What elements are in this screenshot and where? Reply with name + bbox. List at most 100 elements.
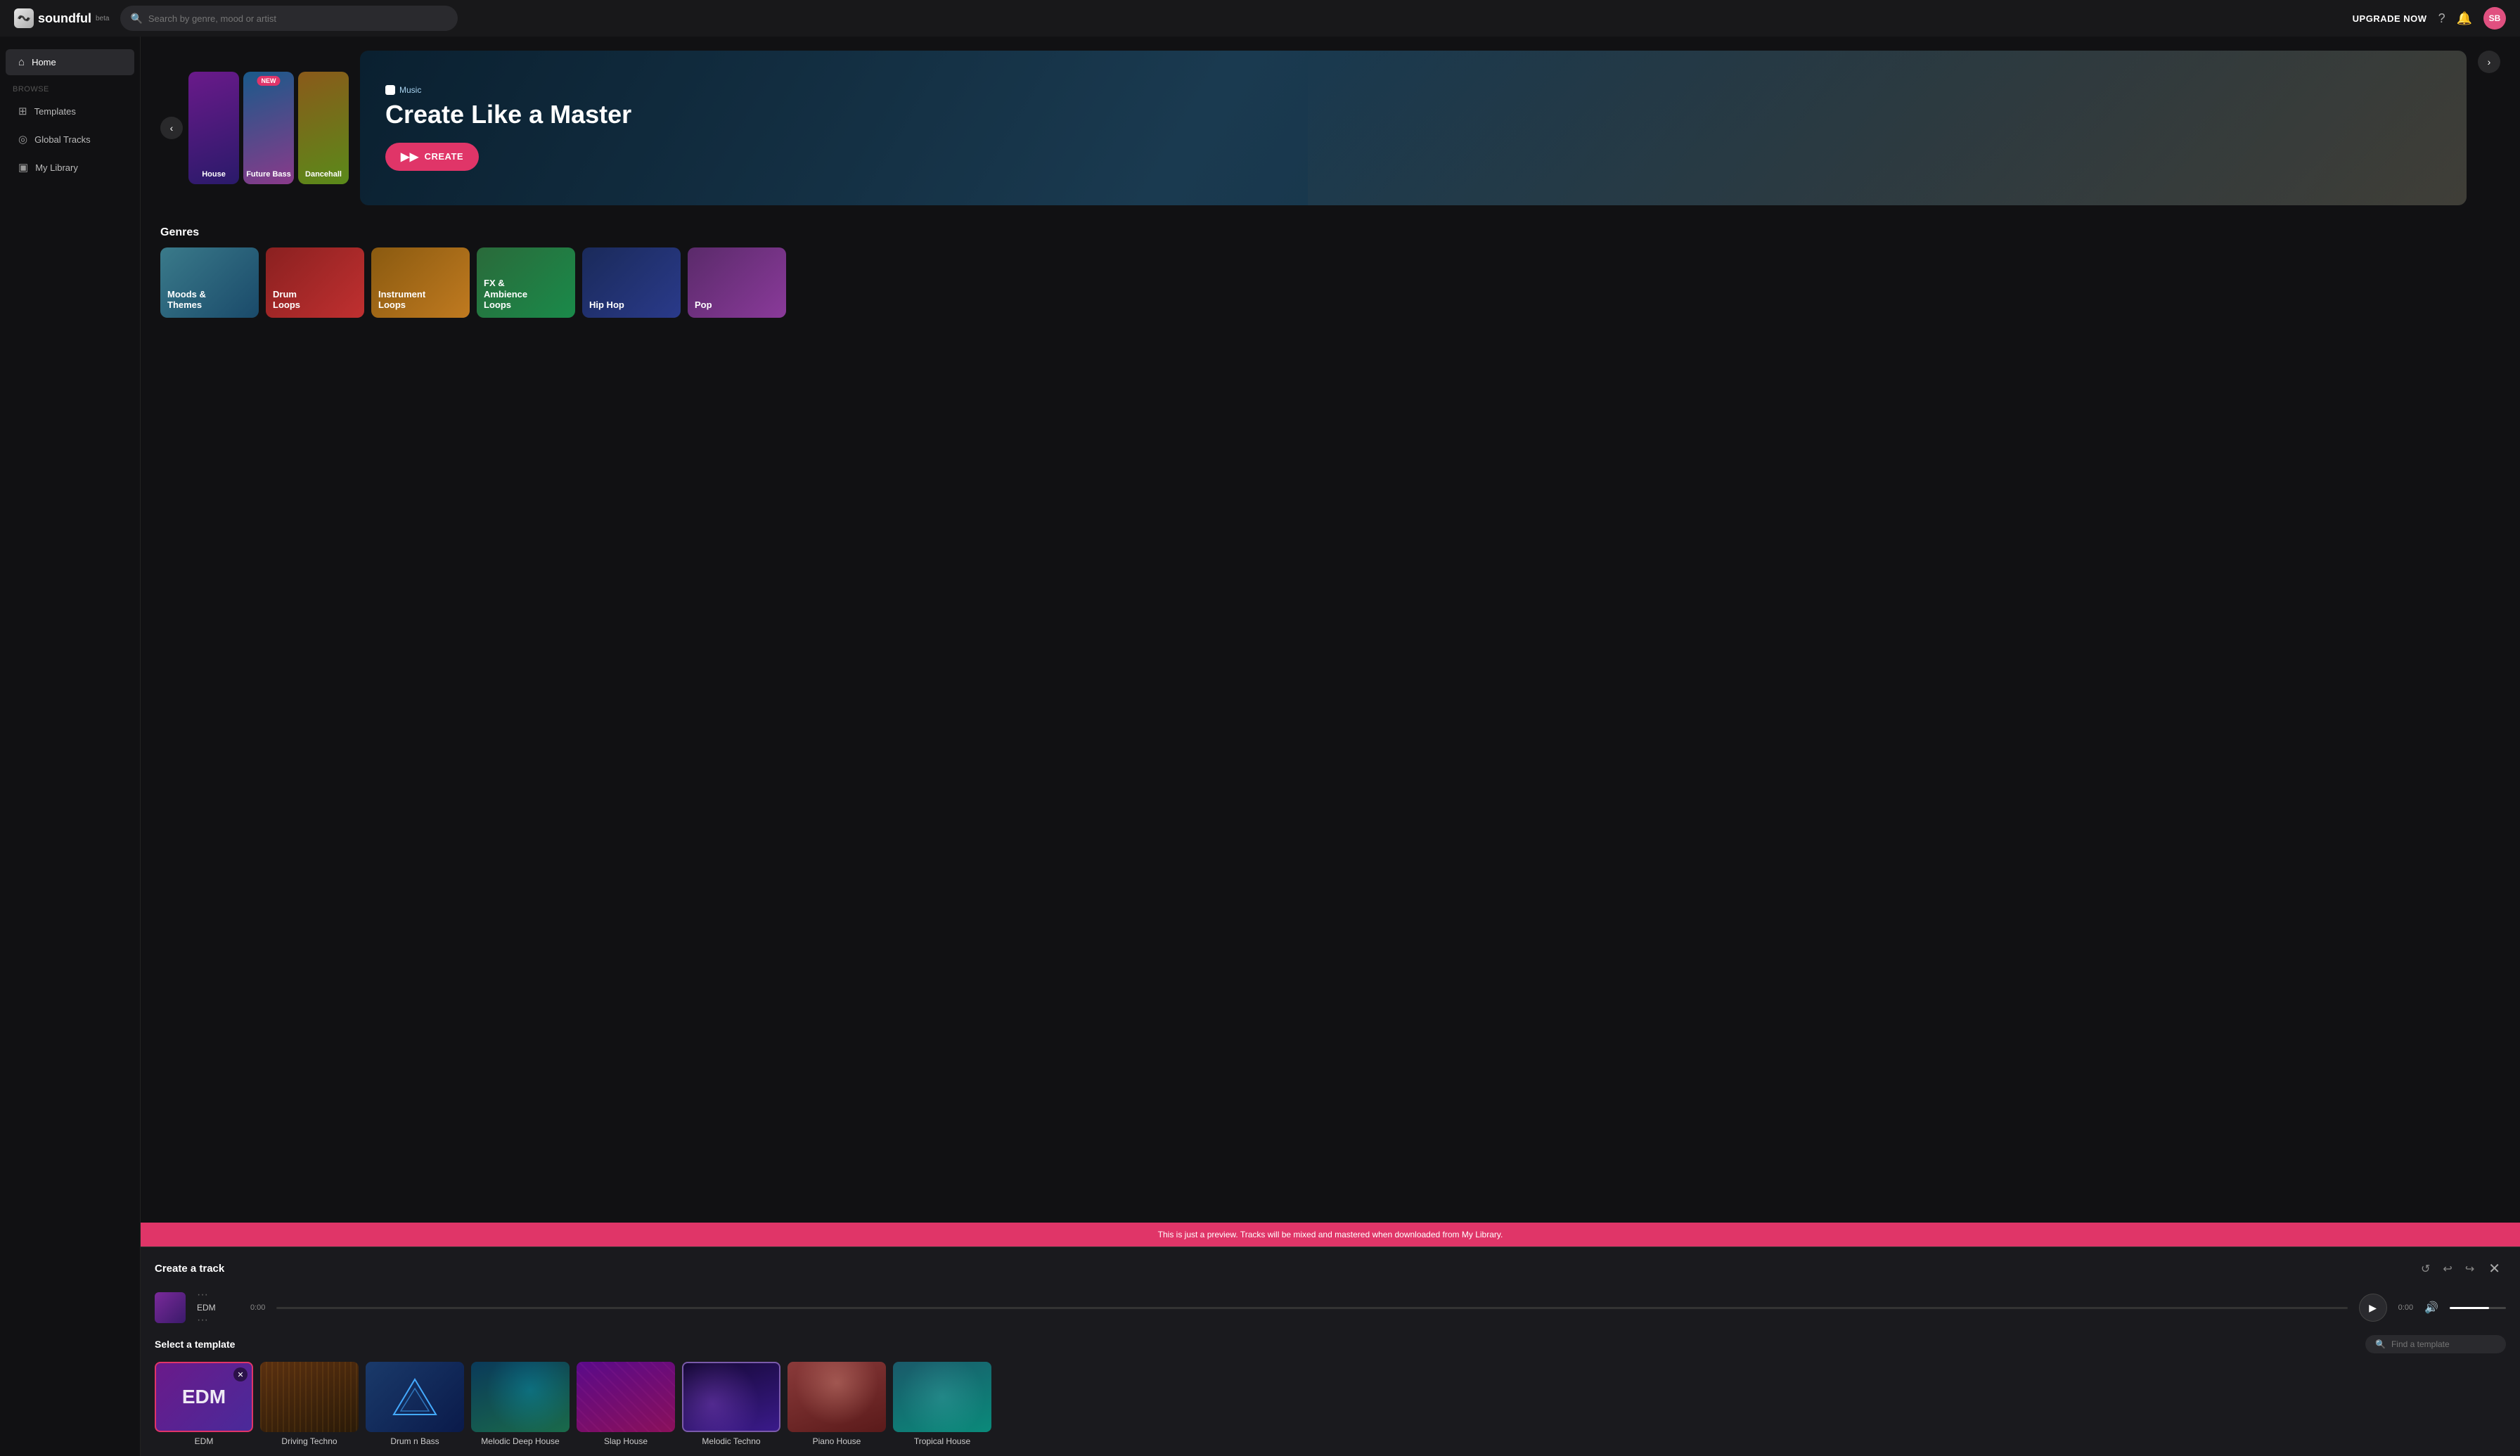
progress-bar[interactable]	[276, 1307, 2347, 1309]
template-tropical-house[interactable]: Tropical House	[893, 1362, 991, 1446]
genre-instrument-label: InstrumentLoops	[378, 289, 425, 311]
template-melodic-deep-house[interactable]: Melodic Deep House	[471, 1362, 570, 1446]
house-card[interactable]: House	[188, 72, 239, 184]
volume-bar[interactable]	[2450, 1307, 2506, 1309]
search-bar[interactable]: 🔍	[120, 6, 458, 31]
new-badge: NEW	[257, 76, 281, 86]
track-dots: ···	[197, 1289, 239, 1301]
time-start: 0:00	[250, 1303, 265, 1312]
sidebar-label-global-tracks: Global Tracks	[34, 134, 90, 145]
beta-label: beta	[96, 15, 109, 22]
create-panel: Create a track ↺ ↩ ↪ ✕ ··· EDM ··· 0:00	[141, 1246, 2520, 1456]
template-melodic-techno-img	[682, 1362, 780, 1432]
track-dots2: ···	[197, 1314, 239, 1327]
template-edm-img: EDM ✕	[155, 1362, 253, 1432]
templates-scroll: EDM ✕ EDM Driving Techno	[155, 1362, 2506, 1446]
sidebar: ⌂ Home Browse ⊞ Templates ◎ Global Track…	[0, 37, 141, 1456]
track-genre: EDM	[197, 1303, 239, 1313]
undo-button[interactable]: ↺	[2417, 1259, 2434, 1279]
help-button[interactable]: ?	[2438, 11, 2445, 26]
template-tropical-house-label: Tropical House	[893, 1436, 991, 1446]
template-driving-techno-img	[260, 1362, 359, 1432]
prev-button[interactable]: ‹	[160, 117, 183, 139]
app-logo: soundful beta	[14, 8, 109, 28]
select-template-label: Select a template	[155, 1339, 235, 1350]
template-selector: Select a template 🔍 EDM ✕ EDM	[141, 1335, 2520, 1456]
sidebar-item-home[interactable]: ⌂ Home	[6, 49, 134, 75]
future-bass-label: Future Bass	[243, 170, 294, 179]
genre-tile-hiphop[interactable]: Hip Hop	[582, 247, 681, 318]
dancehall-label: Dancehall	[298, 170, 349, 179]
create-panel-title: Create a track	[155, 1263, 224, 1275]
template-drum-n-bass-label: Drum n Bass	[366, 1436, 464, 1446]
genre-tile-instrument[interactable]: InstrumentLoops	[371, 247, 470, 318]
template-melodic-techno[interactable]: Melodic Techno	[682, 1362, 780, 1446]
app-name: soundful	[38, 11, 91, 26]
sidebar-item-my-library[interactable]: ▣ My Library	[6, 154, 134, 181]
track-thumbnail	[155, 1292, 186, 1323]
upgrade-button[interactable]: UPGRADE NOW	[2353, 13, 2427, 24]
template-piano-house-img	[788, 1362, 886, 1432]
house-label: House	[188, 170, 239, 179]
template-slap-house-img	[577, 1362, 675, 1432]
template-slap-house-label: Slap House	[577, 1436, 675, 1446]
next-button[interactable]: ›	[2478, 51, 2500, 73]
sidebar-item-global-tracks[interactable]: ◎ Global Tracks	[6, 126, 134, 153]
template-driving-techno[interactable]: Driving Techno	[260, 1362, 359, 1446]
genre-fx-label: FX &AmbienceLoops	[484, 278, 527, 311]
genres-title: Genres	[141, 219, 2520, 247]
hero-main-banner: Music Create Like a Master ▶▶ CREATE	[360, 51, 2467, 205]
template-edm[interactable]: EDM ✕ EDM	[155, 1362, 253, 1446]
undo2-button[interactable]: ↩	[2438, 1259, 2456, 1279]
nav-right: UPGRADE NOW ? 🔔 SB	[2353, 7, 2506, 30]
logo-icon	[14, 8, 34, 28]
search-icon: 🔍	[130, 13, 142, 25]
template-melodic-deep-house-label: Melodic Deep House	[471, 1436, 570, 1446]
player-row: ··· EDM ··· 0:00 ▶ 0:00 🔊	[141, 1286, 2520, 1335]
avatar[interactable]: SB	[2483, 7, 2506, 30]
template-edm-label: EDM	[155, 1436, 253, 1446]
preview-banner: This is just a preview. Tracks will be m…	[141, 1223, 2520, 1246]
time-end: 0:00	[2398, 1303, 2413, 1312]
redo-button[interactable]: ↪	[2461, 1259, 2479, 1279]
browse-label: Browse	[0, 77, 140, 96]
genre-tile-moods[interactable]: Moods &Themes	[160, 247, 259, 318]
template-drum-n-bass-img	[366, 1362, 464, 1432]
genre-drum-label: DrumLoops	[273, 289, 300, 311]
create-button[interactable]: ▶▶ CREATE	[385, 143, 479, 171]
find-template-input[interactable]	[2391, 1339, 2496, 1349]
search-input[interactable]	[148, 13, 449, 24]
templates-icon: ⊞	[18, 105, 27, 117]
hero-subtitle: Music	[385, 85, 2441, 95]
preview-text: This is just a preview. Tracks will be m…	[1158, 1230, 1503, 1239]
template-melodic-techno-label: Melodic Techno	[682, 1436, 780, 1446]
play-button[interactable]: ▶	[2359, 1294, 2387, 1322]
create-icon: ▶▶	[401, 150, 419, 164]
notifications-button[interactable]: 🔔	[2457, 11, 2472, 26]
dancehall-card[interactable]: Dancehall	[298, 72, 349, 184]
find-template-icon: 🔍	[2375, 1339, 2386, 1349]
genre-cards-preview: House NEW Future Bass Dancehall	[188, 72, 349, 184]
template-slap-house[interactable]: Slap House	[577, 1362, 675, 1446]
volume-icon[interactable]: 🔊	[2424, 1301, 2438, 1315]
template-row-header: Select a template 🔍	[155, 1335, 2506, 1353]
panel-controls: ↺ ↩ ↪ ✕	[2417, 1257, 2506, 1280]
main-layout: ⌂ Home Browse ⊞ Templates ◎ Global Track…	[0, 37, 2520, 1456]
find-template-container[interactable]: 🔍	[2365, 1335, 2506, 1353]
template-melodic-deep-img	[471, 1362, 570, 1432]
template-drum-n-bass[interactable]: Drum n Bass	[366, 1362, 464, 1446]
global-tracks-icon: ◎	[18, 133, 27, 146]
genre-hiphop-label: Hip Hop	[589, 299, 624, 311]
genre-tile-fx[interactable]: FX &AmbienceLoops	[477, 247, 575, 318]
template-piano-house[interactable]: Piano House	[788, 1362, 886, 1446]
genre-tile-drum[interactable]: DrumLoops	[266, 247, 364, 318]
edm-close-button[interactable]: ✕	[233, 1367, 248, 1381]
future-bass-card[interactable]: NEW Future Bass	[243, 72, 294, 184]
genre-tile-pop[interactable]: Pop	[688, 247, 786, 318]
sidebar-item-templates[interactable]: ⊞ Templates	[6, 98, 134, 124]
main-content: ‹ House NEW Future Bass Dancehall	[141, 37, 2520, 1223]
close-panel-button[interactable]: ✕	[2483, 1257, 2506, 1280]
top-navigation: soundful beta 🔍 UPGRADE NOW ? 🔔 SB	[0, 0, 2520, 37]
create-label: CREATE	[425, 151, 463, 162]
genres-row: Moods &Themes DrumLoops InstrumentLoops …	[141, 247, 2520, 332]
